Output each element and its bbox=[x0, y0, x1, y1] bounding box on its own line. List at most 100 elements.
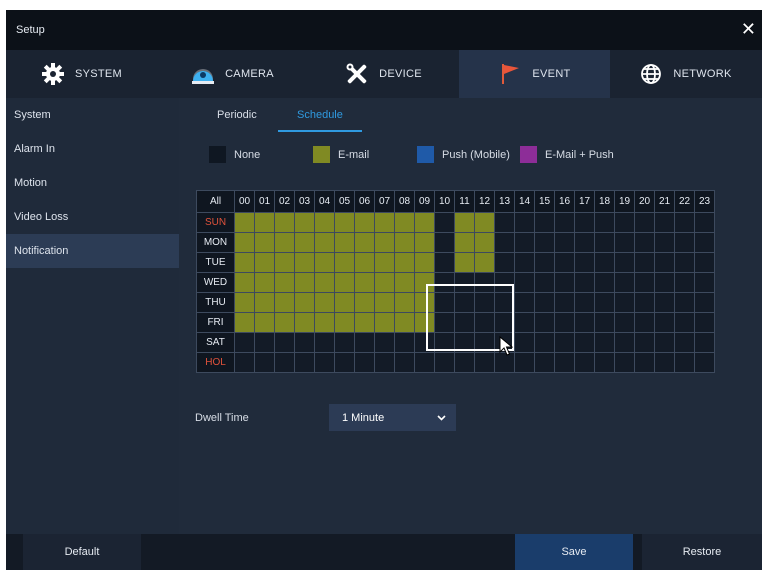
schedule-cell[interactable] bbox=[434, 332, 455, 353]
schedule-cell[interactable] bbox=[454, 332, 475, 353]
schedule-cell[interactable] bbox=[514, 352, 535, 373]
schedule-cell[interactable] bbox=[294, 292, 315, 313]
schedule-cell[interactable] bbox=[454, 212, 475, 233]
schedule-cell[interactable] bbox=[574, 332, 595, 353]
day-label-sun[interactable]: SUN bbox=[196, 212, 235, 233]
schedule-cell[interactable] bbox=[354, 212, 375, 233]
schedule-cell[interactable] bbox=[434, 292, 455, 313]
hour-header-04[interactable]: 04 bbox=[314, 190, 335, 213]
hour-header-07[interactable]: 07 bbox=[374, 190, 395, 213]
schedule-cell[interactable] bbox=[534, 312, 555, 333]
day-label-fri[interactable]: FRI bbox=[196, 312, 235, 333]
schedule-cell[interactable] bbox=[294, 352, 315, 373]
schedule-cell[interactable] bbox=[314, 232, 335, 253]
schedule-cell[interactable] bbox=[594, 292, 615, 313]
schedule-cell[interactable] bbox=[374, 212, 395, 233]
schedule-cell[interactable] bbox=[334, 232, 355, 253]
schedule-cell[interactable] bbox=[654, 332, 675, 353]
schedule-cell[interactable] bbox=[374, 332, 395, 353]
schedule-cell[interactable] bbox=[334, 292, 355, 313]
schedule-cell[interactable] bbox=[234, 252, 255, 273]
default-button[interactable]: Default bbox=[23, 534, 141, 570]
schedule-cell[interactable] bbox=[294, 332, 315, 353]
day-label-hol[interactable]: HOL bbox=[196, 352, 235, 373]
schedule-cell[interactable] bbox=[474, 272, 495, 293]
tab-event[interactable]: EVENT bbox=[459, 50, 610, 98]
schedule-cell[interactable] bbox=[494, 272, 515, 293]
schedule-cell[interactable] bbox=[654, 232, 675, 253]
schedule-cell[interactable] bbox=[574, 352, 595, 373]
tab-network[interactable]: NETWORK bbox=[610, 50, 761, 98]
schedule-cell[interactable] bbox=[234, 292, 255, 313]
schedule-cell[interactable] bbox=[614, 352, 635, 373]
schedule-cell[interactable] bbox=[354, 232, 375, 253]
day-label-sat[interactable]: SAT bbox=[196, 332, 235, 353]
schedule-cell[interactable] bbox=[574, 292, 595, 313]
schedule-cell[interactable] bbox=[394, 252, 415, 273]
schedule-cell[interactable] bbox=[694, 292, 715, 313]
schedule-cell[interactable] bbox=[354, 332, 375, 353]
schedule-cell[interactable] bbox=[574, 272, 595, 293]
close-icon[interactable]: ✕ bbox=[741, 19, 756, 39]
schedule-cell[interactable] bbox=[514, 232, 535, 253]
schedule-cell[interactable] bbox=[474, 332, 495, 353]
schedule-cell[interactable] bbox=[454, 252, 475, 273]
hour-header-03[interactable]: 03 bbox=[294, 190, 315, 213]
schedule-cell[interactable] bbox=[654, 292, 675, 313]
schedule-cell[interactable] bbox=[294, 312, 315, 333]
schedule-cell[interactable] bbox=[234, 352, 255, 373]
schedule-cell[interactable] bbox=[414, 352, 435, 373]
hour-header-10[interactable]: 10 bbox=[434, 190, 455, 213]
schedule-cell[interactable] bbox=[514, 292, 535, 313]
schedule-cell[interactable] bbox=[634, 312, 655, 333]
schedule-cell[interactable] bbox=[554, 272, 575, 293]
schedule-cell[interactable] bbox=[614, 292, 635, 313]
schedule-cell[interactable] bbox=[614, 312, 635, 333]
schedule-cell[interactable] bbox=[254, 352, 275, 373]
schedule-cell[interactable] bbox=[674, 292, 695, 313]
schedule-cell[interactable] bbox=[314, 312, 335, 333]
subtab-schedule[interactable]: Schedule bbox=[278, 98, 362, 132]
hour-header-13[interactable]: 13 bbox=[494, 190, 515, 213]
schedule-cell[interactable] bbox=[674, 352, 695, 373]
schedule-cell[interactable] bbox=[294, 232, 315, 253]
schedule-cell[interactable] bbox=[234, 312, 255, 333]
dwell-time-select[interactable]: 1 Minute bbox=[329, 404, 456, 431]
schedule-cell[interactable] bbox=[274, 292, 295, 313]
schedule-cell[interactable] bbox=[254, 212, 275, 233]
schedule-cell[interactable] bbox=[474, 232, 495, 253]
schedule-cell[interactable] bbox=[674, 252, 695, 273]
schedule-cell[interactable] bbox=[274, 352, 295, 373]
schedule-cell[interactable] bbox=[314, 292, 335, 313]
schedule-cell[interactable] bbox=[574, 232, 595, 253]
schedule-cell[interactable] bbox=[334, 352, 355, 373]
hour-header-16[interactable]: 16 bbox=[554, 190, 575, 213]
hour-header-20[interactable]: 20 bbox=[634, 190, 655, 213]
schedule-cell[interactable] bbox=[314, 352, 335, 373]
schedule-cell[interactable] bbox=[434, 252, 455, 273]
schedule-cell[interactable] bbox=[514, 332, 535, 353]
schedule-cell[interactable] bbox=[654, 212, 675, 233]
schedule-grid[interactable]: All 00 01 02 03 04 05 06 07 08 09 10 11 12 13 14 15 16 17 1… bbox=[196, 190, 715, 373]
schedule-cell[interactable] bbox=[254, 332, 275, 353]
schedule-cell[interactable] bbox=[674, 212, 695, 233]
schedule-cell[interactable] bbox=[374, 272, 395, 293]
hour-header-14[interactable]: 14 bbox=[514, 190, 535, 213]
schedule-cell[interactable] bbox=[494, 212, 515, 233]
schedule-cell[interactable] bbox=[554, 352, 575, 373]
schedule-cell[interactable] bbox=[594, 272, 615, 293]
schedule-cell[interactable] bbox=[274, 232, 295, 253]
hour-header-09[interactable]: 09 bbox=[414, 190, 435, 213]
schedule-cell[interactable] bbox=[554, 212, 575, 233]
schedule-cell[interactable] bbox=[474, 212, 495, 233]
schedule-cell[interactable] bbox=[454, 232, 475, 253]
schedule-cell[interactable] bbox=[354, 292, 375, 313]
schedule-cell[interactable] bbox=[254, 232, 275, 253]
schedule-cell[interactable] bbox=[434, 232, 455, 253]
schedule-cell[interactable] bbox=[594, 312, 615, 333]
schedule-cell[interactable] bbox=[374, 352, 395, 373]
schedule-cell[interactable] bbox=[474, 252, 495, 273]
schedule-cell[interactable] bbox=[454, 312, 475, 333]
day-label-tue[interactable]: TUE bbox=[196, 252, 235, 273]
schedule-cell[interactable] bbox=[394, 292, 415, 313]
